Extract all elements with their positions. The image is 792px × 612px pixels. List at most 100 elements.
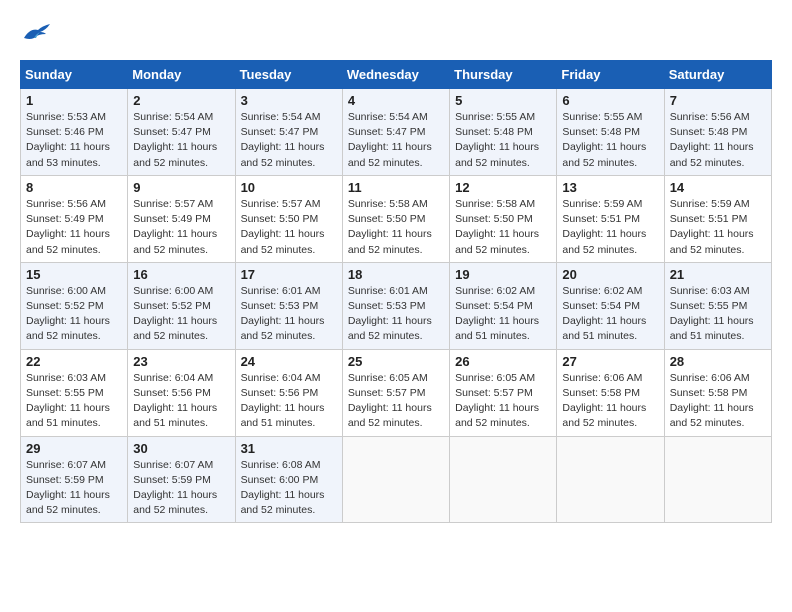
calendar-cell: 20 Sunrise: 6:02 AMSunset: 5:54 PMDayligh… (557, 262, 664, 349)
day-info: Sunrise: 6:02 AMSunset: 5:54 PMDaylight:… (455, 284, 551, 345)
day-number: 10 (241, 180, 337, 195)
calendar-cell (557, 436, 664, 523)
week-row-1: 1 Sunrise: 5:53 AMSunset: 5:46 PMDaylight… (21, 89, 772, 176)
calendar-cell: 18Sunrise: 6:01 AMSunset: 5:53 PMDayligh… (342, 262, 449, 349)
day-number: 27 (562, 354, 658, 369)
day-number: 20 (562, 267, 658, 282)
day-info: Sunrise: 6:03 AMSunset: 5:55 PMDaylight:… (670, 284, 766, 345)
day-info: Sunrise: 6:06 AMSunset: 5:58 PMDaylight:… (562, 371, 658, 432)
logo-text (20, 20, 60, 44)
calendar-cell: 9 Sunrise: 5:57 AMSunset: 5:49 PMDaylight… (128, 175, 235, 262)
day-info: Sunrise: 5:57 AMSunset: 5:49 PMDaylight:… (133, 197, 229, 258)
calendar-cell: 15 Sunrise: 6:00 AMSunset: 5:52 PMDayligh… (21, 262, 128, 349)
calendar-cell: 16Sunrise: 6:00 AMSunset: 5:52 PMDayligh… (128, 262, 235, 349)
day-number: 1 (26, 93, 122, 108)
calendar-cell: 31 Sunrise: 6:08 AMSunset: 6:00 PMDayligh… (235, 436, 342, 523)
day-number: 24 (241, 354, 337, 369)
day-number: 3 (241, 93, 337, 108)
day-info: Sunrise: 5:54 AMSunset: 5:47 PMDaylight:… (348, 110, 444, 171)
weekday-header-wednesday: Wednesday (342, 61, 449, 89)
calendar-cell: 2Sunrise: 5:54 AMSunset: 5:47 PMDaylight… (128, 89, 235, 176)
day-info: Sunrise: 6:06 AMSunset: 5:58 PMDaylight:… (670, 371, 766, 432)
day-number: 12 (455, 180, 551, 195)
calendar-cell: 22 Sunrise: 6:03 AMSunset: 5:55 PMDayligh… (21, 349, 128, 436)
calendar-cell: 5 Sunrise: 5:55 AMSunset: 5:48 PMDaylight… (450, 89, 557, 176)
day-info: Sunrise: 5:59 AMSunset: 5:51 PMDaylight:… (562, 197, 658, 258)
day-number: 23 (133, 354, 229, 369)
calendar-cell: 7 Sunrise: 5:56 AMSunset: 5:48 PMDaylight… (664, 89, 771, 176)
week-row-4: 22 Sunrise: 6:03 AMSunset: 5:55 PMDayligh… (21, 349, 772, 436)
day-info: Sunrise: 5:58 AMSunset: 5:50 PMDaylight:… (455, 197, 551, 258)
day-info: Sunrise: 6:04 AMSunset: 5:56 PMDaylight:… (241, 371, 337, 432)
calendar-cell: 4 Sunrise: 5:54 AMSunset: 5:47 PMDaylight… (342, 89, 449, 176)
day-number: 4 (348, 93, 444, 108)
weekday-header-friday: Friday (557, 61, 664, 89)
header (20, 20, 772, 44)
day-info: Sunrise: 5:58 AMSunset: 5:50 PMDaylight:… (348, 197, 444, 258)
calendar-cell: 6 Sunrise: 5:55 AMSunset: 5:48 PMDaylight… (557, 89, 664, 176)
weekday-header-thursday: Thursday (450, 61, 557, 89)
day-info: Sunrise: 6:02 AMSunset: 5:54 PMDaylight:… (562, 284, 658, 345)
day-info: Sunrise: 5:55 AMSunset: 5:48 PMDaylight:… (455, 110, 551, 171)
day-number: 28 (670, 354, 766, 369)
day-number: 26 (455, 354, 551, 369)
calendar-cell (664, 436, 771, 523)
day-info: Sunrise: 6:05 AMSunset: 5:57 PMDaylight:… (348, 371, 444, 432)
day-number: 6 (562, 93, 658, 108)
calendar-cell (342, 436, 449, 523)
day-number: 2 (133, 93, 229, 108)
week-row-5: 29 Sunrise: 6:07 AMSunset: 5:59 PMDayligh… (21, 436, 772, 523)
weekday-header-sunday: Sunday (21, 61, 128, 89)
day-number: 15 (26, 267, 122, 282)
day-number: 30 (133, 441, 229, 456)
calendar-cell (450, 436, 557, 523)
calendar-cell: 26 Sunrise: 6:05 AMSunset: 5:57 PMDayligh… (450, 349, 557, 436)
calendar-cell: 23 Sunrise: 6:04 AMSunset: 5:56 PMDayligh… (128, 349, 235, 436)
day-number: 21 (670, 267, 766, 282)
day-info: Sunrise: 6:00 AMSunset: 5:52 PMDaylight:… (26, 284, 122, 345)
calendar-cell: 13Sunrise: 5:59 AMSunset: 5:51 PMDayligh… (557, 175, 664, 262)
day-info: Sunrise: 5:57 AMSunset: 5:50 PMDaylight:… (241, 197, 337, 258)
day-number: 14 (670, 180, 766, 195)
calendar-cell: 1 Sunrise: 5:53 AMSunset: 5:46 PMDaylight… (21, 89, 128, 176)
calendar-cell: 17 Sunrise: 6:01 AMSunset: 5:53 PMDayligh… (235, 262, 342, 349)
day-number: 9 (133, 180, 229, 195)
bird-icon (20, 20, 52, 44)
calendar-cell: 27 Sunrise: 6:06 AMSunset: 5:58 PMDayligh… (557, 349, 664, 436)
day-info: Sunrise: 6:00 AMSunset: 5:52 PMDaylight:… (133, 284, 229, 345)
calendar-cell: 29Sunrise: 6:07 AMSunset: 5:59 PMDayligh… (21, 436, 128, 523)
day-info: Sunrise: 6:03 AMSunset: 5:55 PMDaylight:… (26, 371, 122, 432)
day-number: 7 (670, 93, 766, 108)
logo (20, 20, 60, 44)
calendar-cell: 19 Sunrise: 6:02 AMSunset: 5:54 PMDayligh… (450, 262, 557, 349)
day-info: Sunrise: 5:55 AMSunset: 5:48 PMDaylight:… (562, 110, 658, 171)
day-info: Sunrise: 6:07 AMSunset: 5:59 PMDaylight:… (133, 458, 229, 519)
calendar-table: SundayMondayTuesdayWednesdayThursdayFrid… (20, 60, 772, 523)
day-number: 22 (26, 354, 122, 369)
day-info: Sunrise: 5:56 AMSunset: 5:49 PMDaylight:… (26, 197, 122, 258)
day-info: Sunrise: 6:04 AMSunset: 5:56 PMDaylight:… (133, 371, 229, 432)
calendar-cell: 30 Sunrise: 6:07 AMSunset: 5:59 PMDayligh… (128, 436, 235, 523)
day-info: Sunrise: 5:56 AMSunset: 5:48 PMDaylight:… (670, 110, 766, 171)
day-number: 17 (241, 267, 337, 282)
day-number: 19 (455, 267, 551, 282)
day-number: 5 (455, 93, 551, 108)
weekday-header-monday: Monday (128, 61, 235, 89)
day-number: 31 (241, 441, 337, 456)
week-row-3: 15 Sunrise: 6:00 AMSunset: 5:52 PMDayligh… (21, 262, 772, 349)
calendar-cell: 12 Sunrise: 5:58 AMSunset: 5:50 PMDayligh… (450, 175, 557, 262)
calendar-cell: 21 Sunrise: 6:03 AMSunset: 5:55 PMDayligh… (664, 262, 771, 349)
day-info: Sunrise: 5:53 AMSunset: 5:46 PMDaylight:… (26, 110, 122, 171)
weekday-header-saturday: Saturday (664, 61, 771, 89)
day-info: Sunrise: 5:59 AMSunset: 5:51 PMDaylight:… (670, 197, 766, 258)
day-info: Sunrise: 5:54 AMSunset: 5:47 PMDaylight:… (241, 110, 337, 171)
week-row-2: 8Sunrise: 5:56 AMSunset: 5:49 PMDaylight… (21, 175, 772, 262)
calendar-cell: 10 Sunrise: 5:57 AMSunset: 5:50 PMDayligh… (235, 175, 342, 262)
day-info: Sunrise: 6:08 AMSunset: 6:00 PMDaylight:… (241, 458, 337, 519)
day-info: Sunrise: 6:01 AMSunset: 5:53 PMDaylight:… (241, 284, 337, 345)
calendar-cell: 11 Sunrise: 5:58 AMSunset: 5:50 PMDayligh… (342, 175, 449, 262)
weekday-header-tuesday: Tuesday (235, 61, 342, 89)
day-number: 29 (26, 441, 122, 456)
day-number: 11 (348, 180, 444, 195)
day-info: Sunrise: 6:05 AMSunset: 5:57 PMDaylight:… (455, 371, 551, 432)
